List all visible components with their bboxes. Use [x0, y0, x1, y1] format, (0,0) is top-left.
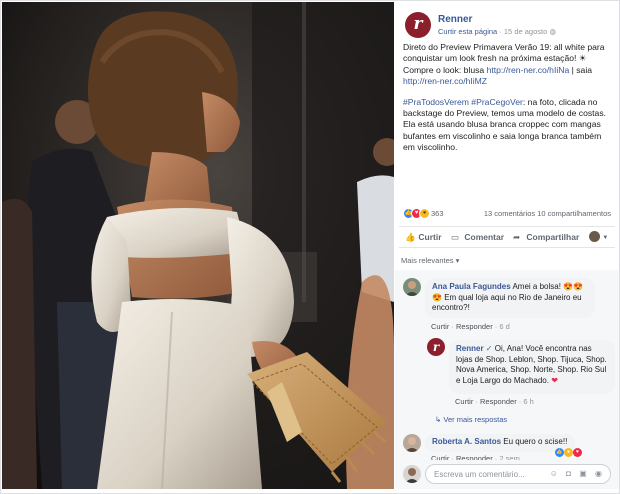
- skirt-link[interactable]: http://ren-ner.co/hIiMZ: [403, 76, 487, 86]
- avatar: [403, 465, 421, 483]
- write-comment-row: ☺ ◘ ▣ ◉: [395, 460, 619, 489]
- comment-reactions[interactable]: 👍 ● ♥ 4: [555, 448, 593, 457]
- comment-links: Curtir · Responder · 6 d: [431, 322, 510, 331]
- comment-text: Amei a bolsa!: [510, 282, 561, 291]
- page-name-link[interactable]: Renner: [438, 14, 472, 25]
- thumbs-up-icon: 👍: [405, 232, 416, 242]
- comment-author[interactable]: Renner: [456, 344, 484, 353]
- like-label: Curtir: [418, 232, 442, 242]
- sun-emoji-icon: ☀: [578, 53, 587, 64]
- comment-reply-link[interactable]: Responder: [480, 397, 517, 406]
- avatar: [589, 231, 600, 243]
- share-button[interactable]: ➦ Compartilhar: [513, 232, 579, 243]
- post-text: Direto do Preview Primavera Verão 19: al…: [403, 42, 615, 163]
- post-skirt-text: | saia: [569, 64, 593, 75]
- hashtags-link[interactable]: #PraTodosVerem #PraCegoVer: [403, 97, 523, 107]
- more-replies-link[interactable]: ↳ Ver mais respostas: [435, 415, 507, 424]
- wow-reaction-icon: ●: [419, 208, 430, 219]
- post-photo[interactable]: [2, 2, 394, 489]
- like-button[interactable]: 👍 Curtir: [405, 232, 442, 243]
- chevron-down-icon: ▼: [602, 235, 609, 241]
- post-lead-text: Direto do Preview Primavera Verão 19: al…: [403, 42, 605, 64]
- comment-author[interactable]: Ana Paula Fagundes: [432, 282, 511, 291]
- comment-like-link[interactable]: Curtir: [455, 397, 473, 406]
- comment-reaction-count: 4: [587, 449, 590, 455]
- post-paragraph-1: Direto do Preview Primavera Verão 19: al…: [403, 42, 615, 88]
- verified-icon: ✓: [485, 344, 493, 353]
- share-label: Compartilhar: [526, 232, 580, 242]
- comment-reply-item: r Renner ✓ Oi, Ana! Você encontra nas lo…: [427, 338, 615, 408]
- post-paragraph-2: #PraTodosVerem #PraCegoVer: na foto, cli…: [403, 97, 615, 154]
- post-panel: r Renner Curtir esta página · 15 de agos…: [395, 2, 619, 489]
- comment-bubble: Roberta A. Santos Eu quero o scise!!: [425, 434, 575, 452]
- post-buy-text: Compre o look: blusa: [403, 64, 487, 75]
- heart-eyes-emoji-icon: 😍😍: [563, 282, 584, 291]
- post-meta: Curtir esta página · 15 de agosto ◍: [438, 27, 556, 36]
- comment-bubble: Ana Paula Fagundes Amei a bolsa! 😍😍 😍 Em…: [425, 278, 595, 318]
- post-stats: 👍 ♥ ● 363 13 comentários 10 compartilham…: [403, 207, 615, 221]
- comment-age[interactable]: 6 h: [523, 397, 533, 406]
- comments-shares-count[interactable]: 13 comentários 10 compartilhamentos: [484, 209, 611, 218]
- comment-label: Comentar: [464, 232, 505, 242]
- comment-author[interactable]: Roberta A. Santos: [432, 437, 501, 446]
- comment-sort-dropdown[interactable]: Mais relevantes ▾: [401, 256, 459, 265]
- comment-text: Eu quero o scise!!: [501, 437, 568, 446]
- blouse-link[interactable]: http://ren-ner.co/hIiNa: [487, 65, 570, 75]
- follow-page-link[interactable]: Curtir esta página: [438, 27, 497, 36]
- comment-age[interactable]: 6 d: [499, 322, 509, 331]
- post-date[interactable]: 15 de agosto: [504, 27, 547, 36]
- comment-links: Curtir · Responder · 6 h: [455, 397, 534, 406]
- comment-like-link[interactable]: Curtir: [431, 322, 449, 331]
- love-reaction-icon: ♥: [573, 448, 582, 457]
- comment-bubble: Renner ✓ Oi, Ana! Você encontra nas loja…: [449, 340, 615, 394]
- comment-item: Ana Paula Fagundes Amei a bolsa! 😍😍 😍 Em…: [403, 278, 615, 338]
- avatar[interactable]: [403, 434, 421, 452]
- heart-eyes-reaction-icon: ●: [564, 448, 573, 457]
- avatar[interactable]: [403, 278, 421, 296]
- comment-reply-link[interactable]: Responder: [456, 322, 493, 331]
- avatar[interactable]: r: [427, 338, 445, 356]
- like-reaction-icon: 👍: [555, 448, 564, 457]
- share-arrow-icon: ➦: [513, 232, 521, 242]
- meta-separator: ·: [499, 27, 502, 36]
- post-frame: r Renner Curtir esta página · 15 de agos…: [0, 0, 620, 494]
- post-as-selector[interactable]: ▼: [589, 231, 609, 243]
- comment-attachment-icons[interactable]: ☺ ◘ ▣ ◉: [550, 469, 605, 478]
- page-avatar[interactable]: r: [405, 12, 431, 38]
- photo-of-model-backstage: [2, 2, 394, 489]
- comment-button[interactable]: ▭ Comentar: [451, 232, 504, 243]
- globe-icon: ◍: [549, 27, 556, 36]
- heart-eyes-emoji-icon: 😍: [432, 292, 442, 302]
- post-actions: 👍 Curtir ▭ Comentar ➦ Compartilhar ▼: [399, 226, 615, 248]
- speech-bubble-icon: ▭: [451, 232, 460, 242]
- comment-text: Em qual loja aqui no Rio de Janeiro eu e…: [432, 292, 582, 313]
- heart-emoji-icon: ❤: [551, 375, 558, 385]
- post-header: r Renner Curtir esta página · 15 de agos…: [405, 12, 615, 42]
- reactions-count[interactable]: 363: [431, 209, 444, 218]
